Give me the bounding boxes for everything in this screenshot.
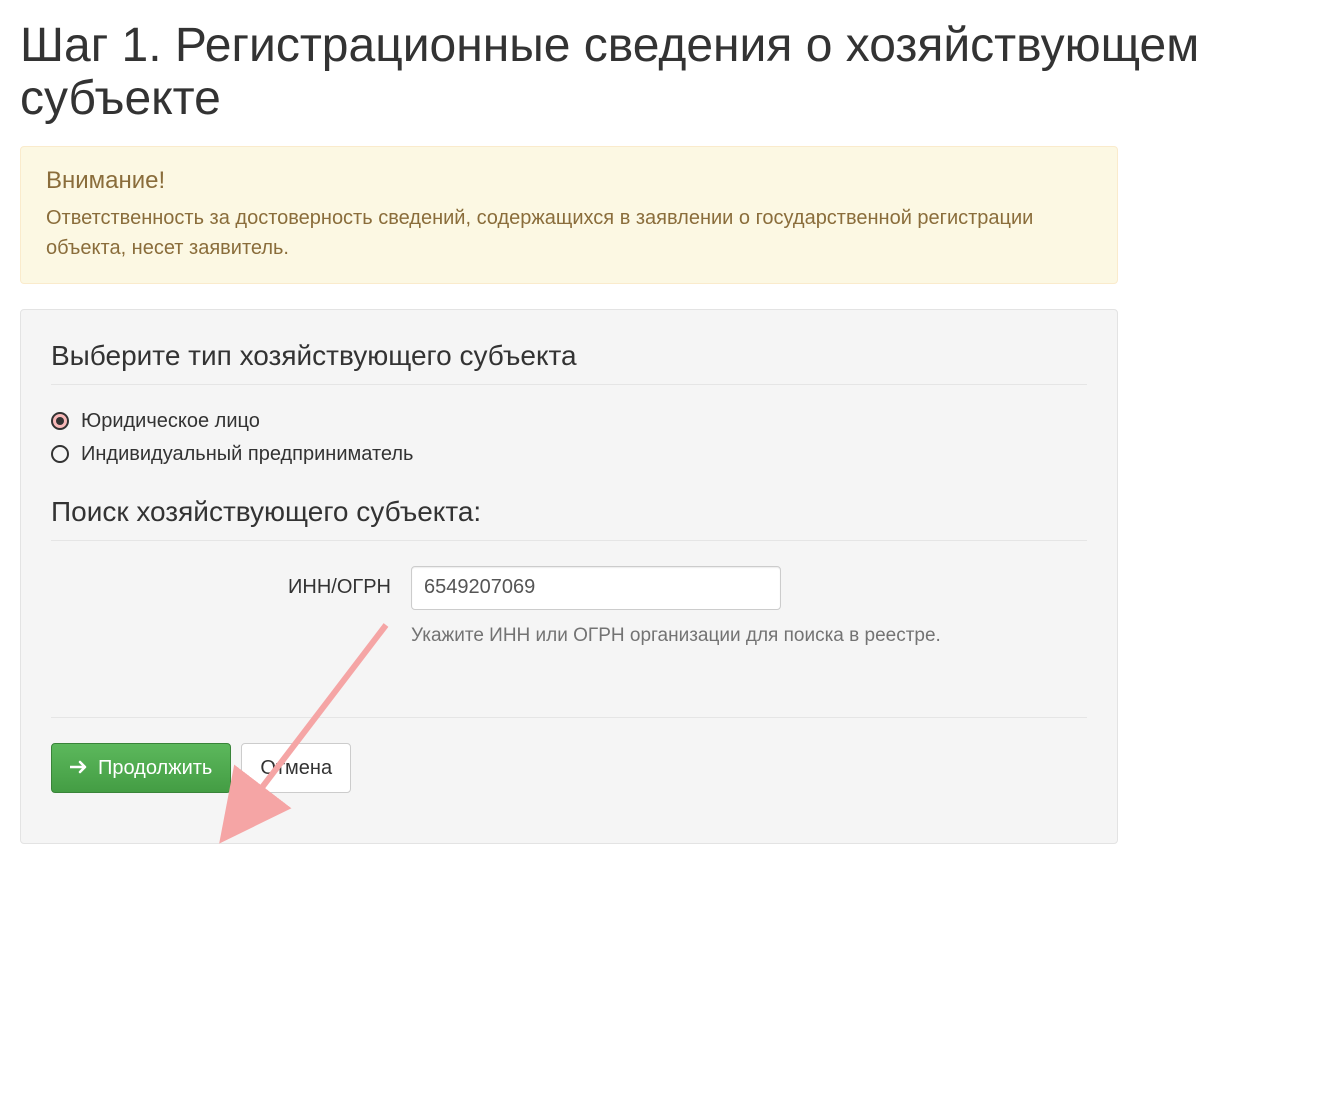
section-title-subject-type: Выберите тип хозяйствующего субъекта [51, 340, 1087, 372]
divider [51, 384, 1087, 385]
continue-button-label: Продолжить [98, 754, 212, 782]
page-title: Шаг 1. Регистрационные сведения о хозяйс… [20, 20, 1302, 126]
radio-label: Индивидуальный предприниматель [81, 443, 413, 466]
arrow-right-icon [70, 754, 88, 782]
radio-icon-unchecked [51, 445, 69, 463]
continue-button[interactable]: Продолжить [51, 743, 231, 793]
form-group-inn-ogrn: ИНН/ОГРН Укажите ИНН или ОГРН организаци… [51, 566, 1087, 647]
attention-alert: Внимание! Ответственность за достовернос… [20, 146, 1118, 284]
radio-individual-entrepreneur[interactable]: Индивидуальный предприниматель [51, 443, 1087, 466]
cancel-button-label: Отмена [260, 754, 332, 782]
inn-ogrn-help-text: Укажите ИНН или ОГРН организации для пои… [411, 625, 1087, 647]
form-panel: Выберите тип хозяйствующего субъекта Юри… [20, 309, 1118, 844]
alert-body: Ответственность за достоверность сведени… [46, 203, 1092, 263]
inn-ogrn-input[interactable] [411, 566, 781, 610]
inn-ogrn-label: ИНН/ОГРН [51, 566, 411, 599]
radio-icon-checked [51, 412, 69, 430]
radio-label: Юридическое лицо [81, 410, 260, 433]
radio-legal-entity[interactable]: Юридическое лицо [51, 410, 1087, 433]
subject-type-radio-group: Юридическое лицо Индивидуальный предприн… [51, 410, 1087, 466]
cancel-button[interactable]: Отмена [241, 743, 351, 793]
button-row: Продолжить Отмена [51, 717, 1087, 793]
divider [51, 540, 1087, 541]
alert-heading: Внимание! [46, 167, 1092, 195]
section-title-search-subject: Поиск хозяйствующего субъекта: [51, 496, 1087, 528]
